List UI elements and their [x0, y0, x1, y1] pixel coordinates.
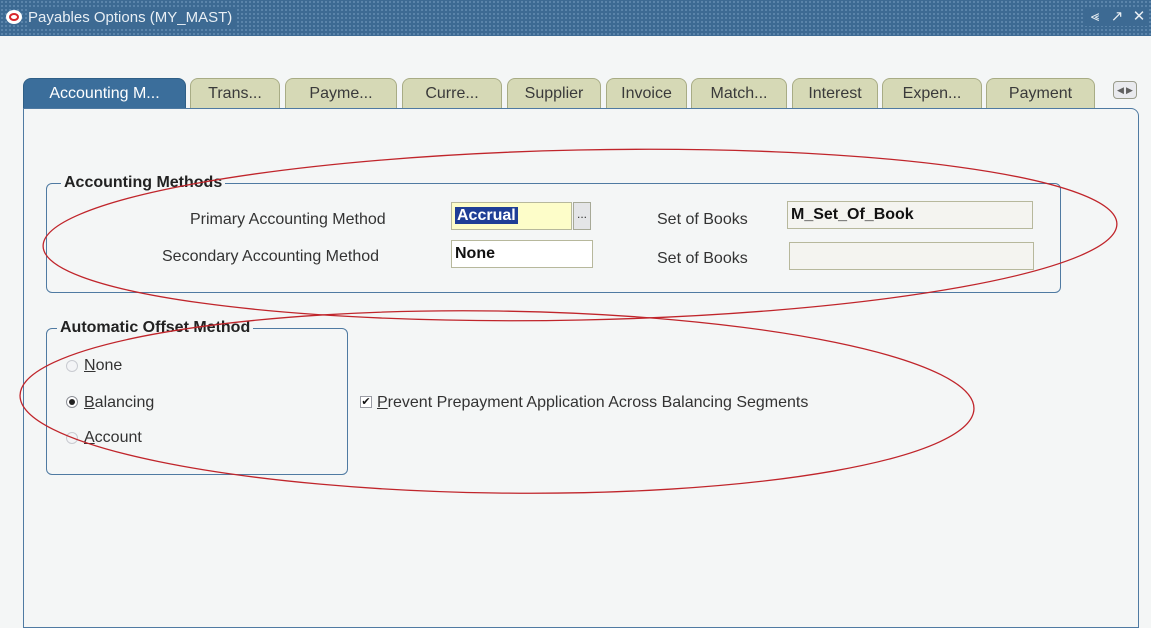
maximize-icon[interactable]: ↗: [1109, 8, 1125, 26]
window-title: Payables Options (MY_MAST): [28, 9, 237, 27]
secondary-set-of-books-field[interactable]: [789, 242, 1034, 270]
tab-payment-options[interactable]: Payme...: [285, 78, 397, 108]
scroll-left-icon: ◀: [1117, 85, 1124, 95]
tab-matching[interactable]: Match...: [691, 78, 787, 108]
tab-expense-report[interactable]: Expen...: [882, 78, 982, 108]
secondary-accounting-method-field[interactable]: None: [451, 240, 593, 268]
tab-currency[interactable]: Curre...: [402, 78, 502, 108]
scroll-right-icon: ▶: [1126, 85, 1133, 95]
tab-accounting-methods[interactable]: Accounting M...: [23, 78, 186, 110]
tab-supplier[interactable]: Supplier: [507, 78, 601, 108]
set-of-books-label: Set of Books: [657, 211, 748, 228]
tab-interest[interactable]: Interest: [792, 78, 878, 108]
set-of-books-field[interactable]: M_Set_Of_Book: [787, 201, 1033, 229]
prevent-prepayment-label[interactable]: Prevent Prepayment Application Across Ba…: [377, 393, 808, 413]
tab-scroll-button[interactable]: ◀ ▶: [1113, 81, 1137, 99]
secondary-set-of-books-label: Set of Books: [657, 250, 748, 267]
minimize-icon[interactable]: ⪡: [1087, 8, 1103, 26]
group-title: Automatic Offset Method: [57, 318, 254, 338]
prevent-prepayment-checkbox[interactable]: ✔: [360, 396, 372, 408]
radio-account[interactable]: [66, 432, 78, 444]
radio-none[interactable]: [66, 360, 78, 372]
accounting-methods-group: Accounting Methods: [46, 173, 1061, 293]
group-title: Accounting Methods: [61, 173, 226, 193]
tab-transaction[interactable]: Trans...: [190, 78, 280, 108]
window-title-bar[interactable]: Payables Options (MY_MAST) ⪡ ↗ ✕: [0, 0, 1151, 36]
tab-invoice[interactable]: Invoice: [606, 78, 687, 108]
tab-payment[interactable]: Payment: [986, 78, 1095, 108]
secondary-accounting-method-label: Secondary Accounting Method: [162, 248, 380, 265]
radio-none-label[interactable]: None: [84, 356, 122, 376]
oracle-logo-icon: [6, 10, 22, 24]
primary-accounting-method-field[interactable]: Accrual: [451, 202, 572, 230]
radio-balancing[interactable]: [66, 396, 78, 408]
lov-button[interactable]: ...: [573, 202, 591, 230]
radio-account-label[interactable]: Account: [84, 428, 142, 448]
close-icon[interactable]: ✕: [1131, 8, 1147, 26]
radio-balancing-label[interactable]: Balancing: [84, 393, 154, 413]
primary-accounting-method-label: Primary Accounting Method: [190, 211, 386, 228]
